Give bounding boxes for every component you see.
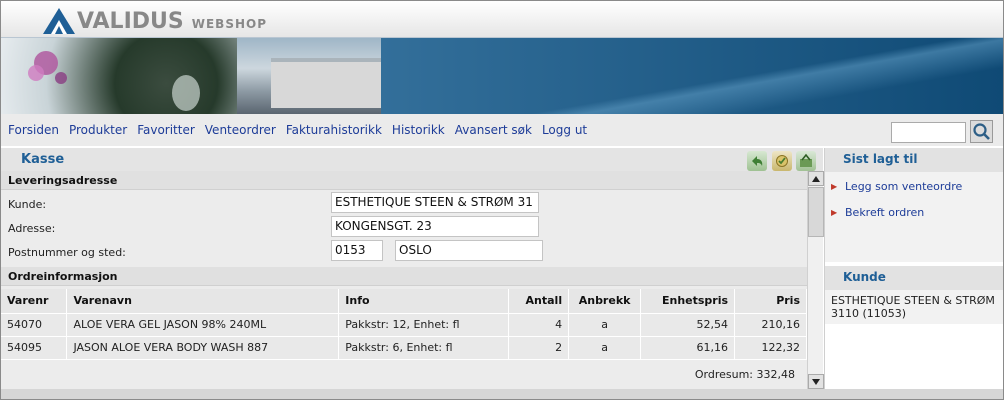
save-order-button[interactable]	[796, 151, 816, 171]
cart-button[interactable]	[772, 151, 792, 171]
cell-pris: 122,32	[734, 336, 807, 360]
checkout-panel: Kasse Leveringsadresse Kunde: ESTHETIQUE…	[1, 148, 824, 389]
cell-varenr: 54070	[1, 313, 68, 337]
bullet-arrow-icon: ▶	[831, 182, 838, 191]
cell-anbrekk: a	[568, 313, 642, 337]
cell-enhetspris: 52,54	[640, 313, 736, 337]
cell-anbrekk: a	[568, 336, 642, 360]
validus-logo-icon	[43, 8, 75, 34]
cell-pris: 210,16	[734, 313, 807, 337]
cell-antall: 2	[508, 336, 570, 360]
customer-heading: Kunde	[825, 266, 1003, 290]
cell-varenavn: JASON ALOE VERA BODY WASH 887	[66, 336, 340, 360]
order-sum: Ordresum: 332,48	[694, 368, 795, 381]
back-button[interactable]	[747, 151, 767, 171]
banner-flower	[1, 38, 237, 114]
scroll-down-icon	[812, 378, 820, 385]
cell-info: Pakkstr: 6, Enhet: fl	[338, 336, 510, 360]
sidebar: Sist lagt til ▶ Legg som venteordre ▶ Be…	[824, 148, 1003, 389]
nav-link-avansert-sok[interactable]: Avansert søk	[455, 123, 532, 137]
page-title: Kasse	[21, 152, 65, 167]
cell-enhetspris: 61,16	[640, 336, 736, 360]
customer-info: ESTHETIQUE STEEN & STRØM 3110 (11053)	[831, 294, 995, 320]
nav-link-venteordrer[interactable]: Venteordrer	[205, 123, 276, 137]
scroll-down-button[interactable]	[808, 374, 824, 389]
hold-order-link[interactable]: Legg som venteordre	[845, 180, 962, 193]
checkout-content: Leveringsadresse Kunde: ESTHETIQUE STEEN…	[1, 171, 807, 389]
nav-link-produkter[interactable]: Produkter	[69, 123, 127, 137]
search-input[interactable]	[891, 122, 966, 143]
col-antall: Antall	[508, 289, 570, 314]
cell-info: Pakkstr: 12, Enhet: fl	[338, 313, 510, 337]
brand-subtitle: WEBSHOP	[191, 16, 267, 31]
header: VALIDUS WEBSHOP	[1, 1, 1003, 38]
city-field[interactable]: OSLO	[395, 240, 543, 261]
save-order-icon	[800, 153, 812, 167]
search-button[interactable]	[970, 120, 993, 143]
order-table: Varenr Varenavn Info Antall Anbrekk Enhe…	[1, 289, 807, 360]
nav-link-logg-ut[interactable]: Logg ut	[542, 123, 587, 137]
postal-label: Postnummer og sted:	[8, 246, 126, 259]
nav-link-forsiden[interactable]: Forsiden	[8, 123, 59, 137]
cell-varenavn: ALOE VERA GEL JASON 98% 240ML	[66, 313, 340, 337]
scroll-thumb[interactable]	[808, 187, 824, 237]
confirm-order-link[interactable]: Bekreft ordren	[845, 206, 924, 219]
table-row: 54095 JASON ALOE VERA BODY WASH 887 Pakk…	[1, 336, 807, 360]
building-facade	[271, 58, 381, 108]
cart-icon	[776, 155, 788, 167]
brand-name: VALIDUS	[77, 8, 184, 34]
banner-swoosh	[381, 38, 1003, 114]
col-varenr: Varenr	[1, 289, 68, 314]
address-label: Adresse:	[8, 222, 56, 235]
postal-code-field[interactable]: 0153	[331, 240, 383, 261]
logo: VALIDUS WEBSHOP	[41, 6, 267, 36]
col-info: Info	[338, 289, 510, 314]
footer	[1, 389, 1003, 399]
col-varenavn: Varenavn	[66, 289, 340, 314]
cell-varenr: 54095	[1, 336, 68, 360]
table-row: 54070 ALOE VERA GEL JASON 98% 240ML Pakk…	[1, 313, 807, 337]
nav-link-fakturahistorikk[interactable]: Fakturahistorikk	[286, 123, 382, 137]
cell-antall: 4	[508, 313, 570, 337]
search-icon	[973, 123, 990, 140]
customer-label: Kunde:	[8, 198, 47, 211]
order-table-header: Varenr Varenavn Info Antall Anbrekk Enhe…	[1, 289, 807, 314]
nav-link-favoritter[interactable]: Favoritter	[137, 123, 195, 137]
col-enhetspris: Enhetspris	[640, 289, 736, 314]
col-pris: Pris	[734, 289, 807, 314]
content-scrollbar[interactable]	[807, 171, 824, 389]
recent-heading: Sist lagt til	[825, 148, 1003, 172]
back-arrow-icon	[752, 156, 763, 166]
main-nav: Forsiden Produkter Favoritter Venteordre…	[1, 114, 1003, 146]
bullet-arrow-icon: ▶	[831, 208, 838, 217]
checkout-title-bar: Kasse	[1, 148, 823, 171]
app-window: VALIDUS WEBSHOP Forsiden Produkter Favor…	[0, 0, 1004, 400]
delivery-address-heading: Leveringsadresse	[1, 171, 807, 190]
order-info-heading: Ordreinformasjon	[1, 267, 807, 286]
banner-image	[1, 38, 1003, 114]
scroll-up-button[interactable]	[808, 171, 824, 186]
address-field[interactable]: KONGENSGT. 23	[331, 216, 539, 237]
col-anbrekk: Anbrekk	[568, 289, 642, 314]
scroll-up-icon	[812, 175, 820, 182]
nav-links: Forsiden Produkter Favoritter Venteordre…	[8, 123, 587, 137]
customer-field[interactable]: ESTHETIQUE STEEN & STRØM 31	[331, 192, 539, 213]
nav-link-historikk[interactable]: Historikk	[392, 123, 445, 137]
flower-icon	[28, 51, 200, 111]
